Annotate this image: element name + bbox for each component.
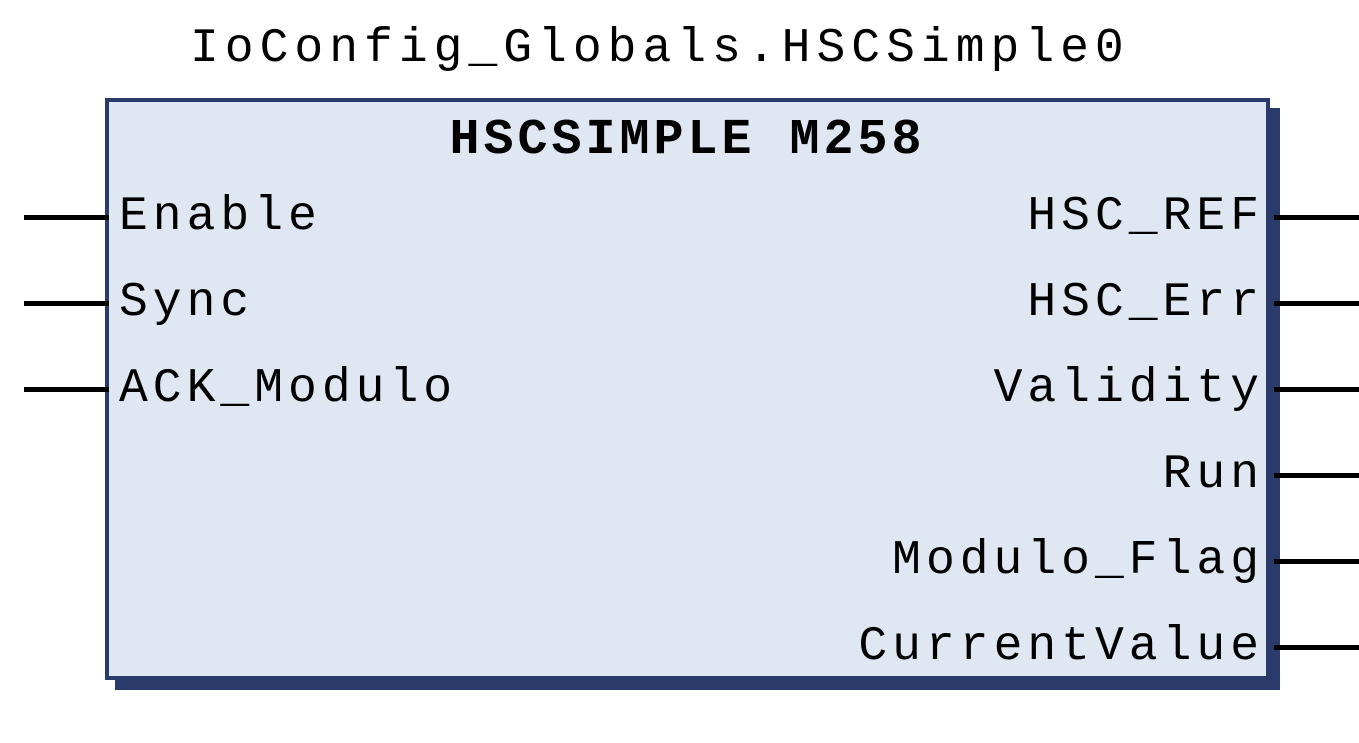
- input-pin-ack-modulo: ACK_Modulo: [24, 347, 457, 431]
- block-title: HSCSIMPLE M258: [109, 102, 1266, 175]
- pin-label: HSC_REF: [1027, 190, 1264, 244]
- wire-icon: [1274, 473, 1359, 478]
- function-block-diagram: IoConfig_Globals.HSCSimple0 HSCSIMPLE M2…: [20, 20, 1359, 723]
- input-pin-enable: Enable: [24, 175, 322, 259]
- instance-name-label: IoConfig_Globals.HSCSimple0: [190, 22, 1130, 76]
- output-pin-current-value: CurrentValue: [858, 605, 1359, 689]
- pin-label: Validity: [994, 362, 1264, 416]
- pins-area: Enable Sync ACK_Modulo HSC_REF HSC_Err: [109, 175, 1266, 685]
- pin-label: Modulo_Flag: [892, 534, 1264, 588]
- pin-label: CurrentValue: [858, 620, 1264, 674]
- block-body: HSCSIMPLE M258 Enable Sync ACK_Modulo: [105, 98, 1270, 680]
- wire-icon: [1274, 301, 1359, 306]
- wire-icon: [1274, 645, 1359, 650]
- wire-icon: [24, 387, 109, 392]
- output-pin-modulo-flag: Modulo_Flag: [892, 519, 1359, 603]
- pin-label: Sync: [119, 276, 254, 330]
- output-pin-validity: Validity: [994, 347, 1359, 431]
- pin-label: ACK_Modulo: [119, 362, 457, 416]
- pin-label: HSC_Err: [1027, 276, 1264, 330]
- output-pin-hsc-ref: HSC_REF: [1027, 175, 1359, 259]
- pin-label: Run: [1163, 448, 1264, 502]
- output-pin-run: Run: [1163, 433, 1359, 517]
- function-block: HSCSIMPLE M258 Enable Sync ACK_Modulo: [105, 98, 1280, 680]
- output-pin-hsc-err: HSC_Err: [1027, 261, 1359, 345]
- wire-icon: [24, 215, 109, 220]
- wire-icon: [1274, 387, 1359, 392]
- wire-icon: [1274, 215, 1359, 220]
- wire-icon: [24, 301, 109, 306]
- pin-label: Enable: [119, 190, 322, 244]
- wire-icon: [1274, 559, 1359, 564]
- input-pin-sync: Sync: [24, 261, 254, 345]
